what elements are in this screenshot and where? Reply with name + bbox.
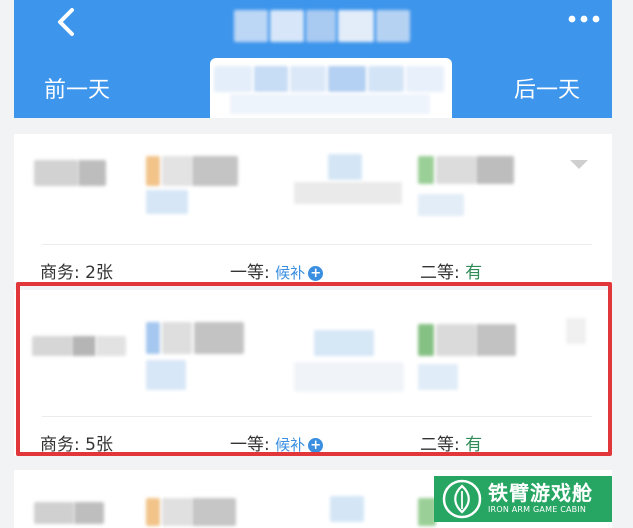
- top-bar: 前一天 后一天: [14, 0, 612, 118]
- train-card-1[interactable]: 商务: 2张 一等: 候补 + 二等: 有: [14, 134, 612, 283]
- watermark-logo: 铁臂游戏舱 IRON ARM GAME CABIN: [434, 476, 612, 522]
- first-class-seat-info: 一等: 候补 +: [230, 430, 324, 455]
- dropdown-arrow-icon[interactable]: [570, 160, 588, 170]
- watermark-title: 铁臂游戏舱: [488, 481, 593, 505]
- plus-circle-icon[interactable]: +: [308, 265, 324, 281]
- divider: [42, 416, 592, 417]
- second-class-seat-info: 二等: 有: [420, 263, 483, 283]
- business-seat-info: 商务: 2张: [40, 263, 113, 283]
- prev-day-button[interactable]: 前一天: [44, 72, 110, 104]
- divider: [42, 244, 592, 245]
- more-dots-icon[interactable]: [566, 12, 602, 26]
- waitlist-link[interactable]: 候补: [275, 436, 305, 454]
- business-seat-info: 商务: 5张: [40, 435, 113, 455]
- watermark-subtitle: IRON ARM GAME CABIN: [488, 505, 587, 514]
- waitlist-link[interactable]: 候补: [275, 264, 305, 282]
- second-class-seat-info: 二等: 有: [420, 435, 483, 455]
- date-selector[interactable]: [210, 58, 452, 118]
- plus-circle-icon[interactable]: +: [308, 437, 324, 453]
- back-arrow-icon[interactable]: [52, 4, 82, 40]
- next-day-button[interactable]: 后一天: [514, 72, 580, 104]
- page-title-obscured: [234, 6, 414, 46]
- leaf-logo-icon: [442, 479, 482, 519]
- train-card-2[interactable]: 商务: 5张 一等: 候补 + 二等: 有: [14, 290, 612, 456]
- first-class-seat-info: 一等: 候补 +: [230, 258, 324, 283]
